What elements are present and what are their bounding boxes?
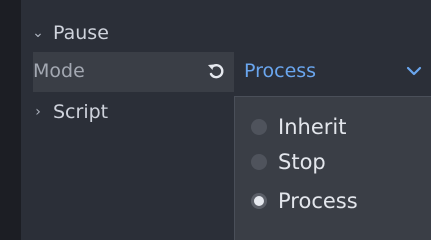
section-pause[interactable]: ⌄ Pause — [21, 17, 431, 49]
inspector-gutter — [0, 0, 21, 240]
section-script-label: Script — [53, 101, 109, 123]
option-stop[interactable]: Stop — [235, 144, 431, 180]
mode-options-popup: Inherit Stop Process — [234, 96, 431, 240]
property-name-cell: Mode — [33, 52, 234, 92]
option-process[interactable]: Process — [235, 183, 431, 219]
chevron-down-icon — [406, 66, 422, 76]
chevron-right-icon: › — [35, 104, 41, 120]
property-row-mode: Mode Process — [33, 52, 431, 92]
section-pause-label: Pause — [53, 22, 109, 44]
option-label: Inherit — [278, 115, 347, 139]
radio-selected-icon — [251, 193, 267, 209]
radio-icon — [251, 119, 267, 135]
option-label: Stop — [278, 150, 326, 174]
property-mode-label: Mode — [33, 60, 85, 82]
mode-dropdown-value: Process — [244, 60, 317, 82]
revert-button[interactable] — [203, 58, 229, 84]
option-label: Process — [278, 189, 358, 213]
radio-icon — [251, 154, 267, 170]
option-inherit[interactable]: Inherit — [235, 109, 431, 145]
chevron-down-icon: ⌄ — [32, 25, 44, 41]
revert-icon — [208, 64, 224, 79]
mode-dropdown[interactable]: Process — [234, 52, 431, 92]
